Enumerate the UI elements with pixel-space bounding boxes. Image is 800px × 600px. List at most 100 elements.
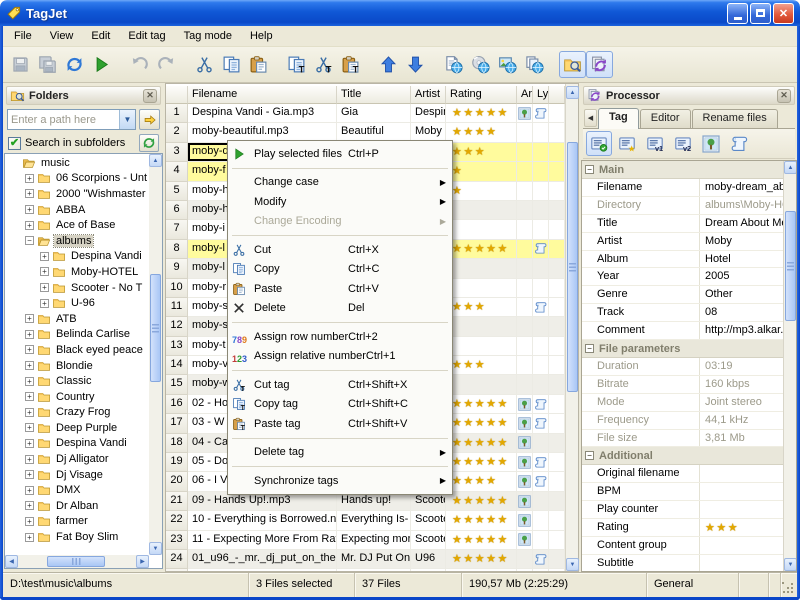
scroll-down-icon[interactable]: ▼	[784, 558, 797, 571]
column-header-filename[interactable]: Filename	[188, 86, 337, 104]
tree-item-u-96[interactable]: +U-96	[6, 295, 148, 311]
expand-icon[interactable]: +	[25, 361, 34, 370]
tree-item-fat-boy-slim[interactable]: +Fat Boy Slim	[6, 529, 148, 545]
expand-icon[interactable]: +	[25, 517, 34, 526]
property-value[interactable]: 44,1 kHz	[700, 412, 783, 429]
expand-icon[interactable]: +	[25, 423, 34, 432]
tree-item-moby-hotel[interactable]: +Moby-HOTEL	[6, 264, 148, 280]
context-menu-item-cut-tag[interactable]: TCut tagCtrl+Shift+X	[229, 375, 451, 395]
expand-icon[interactable]: +	[40, 299, 49, 308]
tab-tag[interactable]: Tag	[598, 108, 639, 129]
section-header-additional[interactable]: −Additional	[582, 447, 783, 465]
play-button[interactable]	[88, 51, 115, 78]
scrollbar-thumb[interactable]	[150, 274, 161, 382]
tree-item-farmer[interactable]: +farmer	[6, 514, 148, 530]
search-subfolders-checkbox[interactable]: ✔	[8, 137, 21, 150]
menu-edit[interactable]: Edit	[82, 27, 119, 45]
tree-horizontal-scrollbar[interactable]: ◀ ▶	[5, 555, 149, 568]
menu-edit-tag[interactable]: Edit tag	[119, 27, 174, 45]
column-header-title[interactable]: Title	[337, 86, 411, 104]
column-header-blank[interactable]	[166, 86, 188, 104]
tree-item-deep-purple[interactable]: +Deep Purple	[6, 420, 148, 436]
property-value[interactable]	[700, 501, 783, 518]
tree-item-blondie[interactable]: +Blondie	[6, 358, 148, 374]
tree-item-atb[interactable]: +ATB	[6, 311, 148, 327]
web-images-button[interactable]	[494, 51, 521, 78]
column-header-art[interactable]: Art	[517, 86, 533, 104]
menu-help[interactable]: Help	[241, 27, 282, 45]
undo-button[interactable]	[126, 51, 153, 78]
scroll-up-icon[interactable]: ▲	[784, 161, 797, 174]
web-cd-button[interactable]	[467, 51, 494, 78]
path-input[interactable]	[8, 110, 119, 129]
menu-view[interactable]: View	[41, 27, 83, 45]
expand-icon[interactable]: +	[25, 377, 34, 386]
tree-item-despina-vandi[interactable]: +Despina Vandi	[6, 249, 148, 265]
tree-item-scooter-no-t[interactable]: +Scooter - No T	[6, 280, 148, 296]
table-row[interactable]: 2502_u96_-_underwater.mp3UnderwaterU96★★…	[166, 569, 565, 571]
context-menu-item-play-selected-files[interactable]: Play selected filesCtrl+P	[229, 144, 451, 164]
tree-item-dj-visage[interactable]: +Dj Visage	[6, 467, 148, 483]
collapse-icon[interactable]: −	[585, 165, 594, 174]
table-row[interactable]: 2311 - Expecting More From RatExpecting …	[166, 531, 565, 550]
property-value[interactable]: Moby	[700, 233, 783, 250]
column-header-rating[interactable]: Rating	[446, 86, 517, 104]
table-row[interactable]: 2401_u96_-_mr._dj_put_on_theMr. DJ Put O…	[166, 550, 565, 569]
tab-scroll-left-icon[interactable]: ◀	[584, 109, 597, 127]
web-files-button[interactable]	[521, 51, 548, 78]
property-value[interactable]: moby-dream_abou	[700, 179, 783, 196]
redo-button[interactable]	[153, 51, 180, 78]
tree-item-ace-of-base[interactable]: +Ace of Base	[6, 217, 148, 233]
property-value[interactable]	[700, 465, 783, 482]
scrollbar-thumb[interactable]	[47, 556, 105, 567]
property-value[interactable]: Other	[700, 286, 783, 303]
property-value[interactable]: 3,81 Mb	[700, 430, 783, 447]
tree-item-country[interactable]: +Country	[6, 389, 148, 405]
copy-tag-button[interactable]: T	[283, 51, 310, 78]
tree-item-crazy-frog[interactable]: +Crazy Frog	[6, 405, 148, 421]
tree-item-abba[interactable]: +ABBA	[6, 202, 148, 218]
expand-icon[interactable]: +	[25, 392, 34, 401]
tree-item-albums[interactable]: −albums	[6, 233, 148, 249]
expand-icon[interactable]: +	[25, 439, 34, 448]
tree-item-music[interactable]: music	[6, 155, 148, 171]
minimize-button[interactable]	[727, 3, 748, 24]
copy-button[interactable]	[218, 51, 245, 78]
collapse-icon[interactable]: −	[585, 344, 594, 353]
property-value[interactable]: Joint stereo	[700, 394, 783, 411]
tree-item-dj-alligator[interactable]: +Dj Alligator	[6, 451, 148, 467]
context-menu-item-assign-relative-number[interactable]: 123Assign relative numberCtrl+1	[229, 347, 451, 367]
file-list-scrollbar[interactable]: ▲ ▼	[565, 84, 578, 571]
column-header-artist[interactable]: Artist	[411, 86, 446, 104]
tag-v1-button[interactable]: v1	[642, 131, 668, 156]
collapse-icon[interactable]: −	[585, 451, 594, 460]
expand-icon[interactable]: +	[25, 174, 34, 183]
save-button[interactable]	[7, 51, 34, 78]
property-value[interactable]: http://mp3.alkar.r	[700, 322, 783, 339]
expand-icon[interactable]: +	[40, 283, 49, 292]
menu-tag-mode[interactable]: Tag mode	[175, 27, 241, 45]
tree-item-2000-wishmaster[interactable]: +2000 "Wishmaster	[6, 186, 148, 202]
web-document-button[interactable]	[440, 51, 467, 78]
tree-item-belinda-carlise[interactable]: +Belinda Carlise	[6, 327, 148, 343]
expand-icon[interactable]: +	[25, 330, 34, 339]
table-row[interactable]: 1Despina Vandi - Gia.mp3GiaDespina★★★★★	[166, 104, 565, 123]
cut-button[interactable]	[191, 51, 218, 78]
scroll-down-icon[interactable]: ▼	[149, 542, 162, 555]
tree-item-dr-alban[interactable]: +Dr Alban	[6, 498, 148, 514]
collapse-icon[interactable]: −	[25, 236, 34, 245]
resize-grip[interactable]	[782, 582, 795, 595]
expand-icon[interactable]: +	[25, 533, 34, 542]
chevron-down-icon[interactable]: ▼	[119, 110, 135, 129]
property-value[interactable]: Dream About Me	[700, 215, 783, 232]
context-menu-item-synchronize-tags[interactable]: Synchronize tags▶	[229, 471, 451, 491]
refresh-button[interactable]	[61, 51, 88, 78]
table-row[interactable]: 2109 - Hands Up!.mp3Hands up!Scooter★★★★…	[166, 492, 565, 511]
move-up-button[interactable]	[375, 51, 402, 78]
tag-v2-button[interactable]: v2	[670, 131, 696, 156]
expand-icon[interactable]: +	[40, 252, 49, 261]
expand-icon[interactable]: +	[25, 189, 34, 198]
save-all-button[interactable]	[34, 51, 61, 78]
expand-icon[interactable]: +	[25, 408, 34, 417]
tag-extra-button[interactable]: ★	[614, 131, 640, 156]
